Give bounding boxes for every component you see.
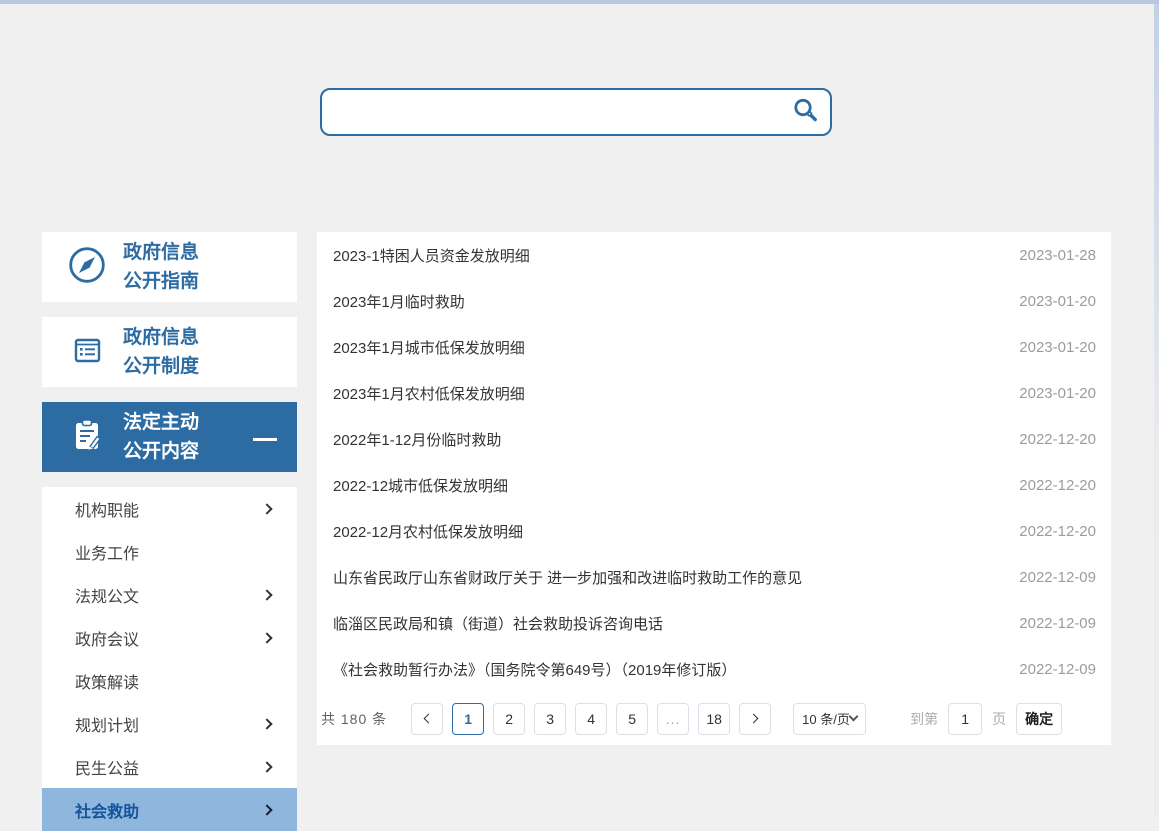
page-number-button[interactable]: 3 bbox=[534, 703, 566, 735]
list-item: 山东省民政厅山东省财政厅关于 进一步加强和改进临时救助工作的意见 2022-12-… bbox=[317, 554, 1111, 600]
sidebar: 政府信息 公开指南 政府信息 公开制度 bbox=[42, 232, 297, 831]
chevron-placeholder bbox=[263, 677, 271, 685]
sidebar-item-gov-info-guide[interactable]: 政府信息 公开指南 bbox=[42, 232, 297, 302]
sidebar-submenu-item[interactable]: 社会救助 bbox=[42, 788, 297, 831]
top-accent-bar bbox=[0, 0, 1159, 4]
list-item: 2022年1-12月份临时救助 2022-12-20 bbox=[317, 416, 1111, 462]
search-input[interactable] bbox=[322, 90, 780, 134]
sidebar-item-label: 政府信息 公开制度 bbox=[123, 323, 199, 381]
list-item: 临淄区民政局和镇（街道）社会救助投诉咨询电话 2022-12-09 bbox=[317, 600, 1111, 646]
page-number-button[interactable]: 18 bbox=[698, 703, 730, 735]
page-prev-button[interactable] bbox=[411, 703, 443, 735]
list-item-date: 2023-01-20 bbox=[1019, 339, 1096, 356]
goto-prefix-label: 到第 bbox=[910, 709, 938, 729]
sidebar-submenu-item[interactable]: 规划计划 bbox=[42, 702, 297, 745]
content-panel: 2023-1特困人员资金发放明细2023-01-282023年1月临时救助202… bbox=[317, 232, 1111, 745]
list-item-title[interactable]: 临淄区民政局和镇（街道）社会救助投诉咨询电话 bbox=[333, 613, 663, 634]
chevron-right-icon bbox=[261, 503, 272, 514]
page-number-button[interactable]: 1 bbox=[452, 703, 484, 735]
clipboard-pencil-icon bbox=[67, 415, 107, 460]
pagination-bar: 共 180 条 12345... 18 10 条/页 到第 页 确定 bbox=[317, 692, 1111, 745]
chevron-right-icon bbox=[261, 804, 272, 815]
list-item-title[interactable]: 2022-12月农村低保发放明细 bbox=[333, 521, 523, 542]
sidebar-submenu-item[interactable]: 政策解读 bbox=[42, 659, 297, 702]
sidebar-submenu-item[interactable]: 政府会议 bbox=[42, 616, 297, 659]
sidebar-submenu-item[interactable]: 业务工作 bbox=[42, 530, 297, 573]
list-item-date: 2022-12-20 bbox=[1019, 431, 1096, 448]
list-item-title[interactable]: 2022年1-12月份临时救助 bbox=[333, 429, 501, 450]
chevron-right-icon bbox=[749, 714, 759, 724]
document-lines-icon bbox=[67, 330, 107, 375]
list-item-date: 2023-01-20 bbox=[1019, 293, 1096, 310]
chevron-placeholder bbox=[263, 548, 271, 556]
minus-icon bbox=[253, 438, 277, 441]
list-item-date: 2022-12-09 bbox=[1019, 569, 1096, 586]
submenu-item-label: 法规公文 bbox=[75, 583, 139, 607]
sidebar-submenu-item[interactable]: 民生公益 bbox=[42, 745, 297, 788]
submenu-item-label: 社会救助 bbox=[75, 798, 139, 822]
chevron-right-icon bbox=[261, 589, 272, 600]
submenu-item-label: 业务工作 bbox=[75, 540, 139, 564]
page-next-button[interactable] bbox=[739, 703, 771, 735]
list-item-title[interactable]: 2023年1月农村低保发放明细 bbox=[333, 383, 525, 404]
goto-page-group: 到第 页 确定 bbox=[910, 703, 1062, 735]
page-buttons: 12345... 18 bbox=[411, 703, 780, 735]
chevron-left-icon bbox=[424, 714, 434, 724]
list-item: 2023年1月农村低保发放明细 2023-01-20 bbox=[317, 370, 1111, 416]
chevron-right-icon bbox=[261, 761, 272, 772]
sidebar-submenu-item[interactable]: 法规公文 bbox=[42, 573, 297, 616]
page-size-value: 10 条/页 bbox=[802, 709, 850, 728]
search-icon bbox=[790, 96, 820, 129]
list-item-date: 2023-01-20 bbox=[1019, 385, 1096, 402]
search-button[interactable] bbox=[780, 90, 830, 134]
list-item-title[interactable]: 2023年1月临时救助 bbox=[333, 291, 465, 312]
list-item-title[interactable]: 山东省民政厅山东省财政厅关于 进一步加强和改进临时救助工作的意见 bbox=[333, 567, 802, 588]
list-item-date: 2022-12-20 bbox=[1019, 523, 1096, 540]
list-item-date: 2023-01-28 bbox=[1019, 247, 1096, 264]
list-item-title[interactable]: 2023年1月城市低保发放明细 bbox=[333, 337, 525, 358]
search-bar bbox=[320, 88, 832, 136]
sidebar-item-statutory-disclosure[interactable]: 法定主动 公开内容 bbox=[42, 402, 297, 472]
submenu-item-label: 政策解读 bbox=[75, 669, 139, 693]
compass-icon bbox=[67, 245, 107, 290]
list-item: 《社会救助暂行办法》（国务院令第649号）（2019年修订版） 2022-12-0… bbox=[317, 646, 1111, 692]
submenu-item-label: 规划计划 bbox=[75, 712, 139, 736]
sidebar-item-label: 法定主动 公开内容 bbox=[123, 408, 199, 466]
goto-suffix-label: 页 bbox=[992, 709, 1006, 729]
confirm-button[interactable]: 确定 bbox=[1016, 703, 1062, 735]
list-item-title[interactable]: 《社会救助暂行办法》（国务院令第649号）（2019年修订版） bbox=[333, 659, 736, 680]
chevron-right-icon bbox=[261, 718, 272, 729]
sidebar-submenu: 机构职能业务工作法规公文政府会议政策解读规划计划民生公益社会救助 bbox=[42, 487, 297, 831]
chevron-down-icon bbox=[849, 712, 859, 722]
document-list: 2023-1特困人员资金发放明细2023-01-282023年1月临时救助202… bbox=[317, 232, 1111, 692]
sidebar-submenu-item[interactable]: 机构职能 bbox=[42, 487, 297, 530]
page-size-select[interactable]: 10 条/页 bbox=[793, 703, 866, 735]
list-item-date: 2022-12-09 bbox=[1019, 615, 1096, 632]
list-item: 2022-12月农村低保发放明细 2022-12-20 bbox=[317, 508, 1111, 554]
page-number-button[interactable]: 2 bbox=[493, 703, 525, 735]
sidebar-item-label: 政府信息 公开指南 bbox=[123, 238, 199, 296]
sidebar-item-gov-info-system[interactable]: 政府信息 公开制度 bbox=[42, 317, 297, 387]
submenu-item-label: 民生公益 bbox=[75, 755, 139, 779]
list-item: 2023年1月城市低保发放明细 2023-01-20 bbox=[317, 324, 1111, 370]
page-number-button[interactable]: 5 bbox=[616, 703, 648, 735]
list-item-title[interactable]: 2022-12城市低保发放明细 bbox=[333, 475, 508, 496]
list-item: 2023-1特困人员资金发放明细 2023-01-28 bbox=[317, 232, 1111, 278]
chevron-right-icon bbox=[261, 632, 272, 643]
submenu-item-label: 政府会议 bbox=[75, 626, 139, 650]
list-item-date: 2022-12-20 bbox=[1019, 477, 1096, 494]
total-count-label: 共 180 条 bbox=[321, 709, 387, 729]
list-item: 2023年1月临时救助 2023-01-20 bbox=[317, 278, 1111, 324]
list-item-title[interactable]: 2023-1特困人员资金发放明细 bbox=[333, 245, 530, 266]
list-item: 2022-12城市低保发放明细 2022-12-20 bbox=[317, 462, 1111, 508]
submenu-item-label: 机构职能 bbox=[75, 497, 139, 521]
page-ellipsis-button[interactable]: ... bbox=[657, 703, 689, 735]
scrollbar[interactable] bbox=[1154, 4, 1159, 816]
list-item-date: 2022-12-09 bbox=[1019, 661, 1096, 678]
goto-page-input[interactable] bbox=[948, 703, 982, 735]
page-number-button[interactable]: 4 bbox=[575, 703, 607, 735]
